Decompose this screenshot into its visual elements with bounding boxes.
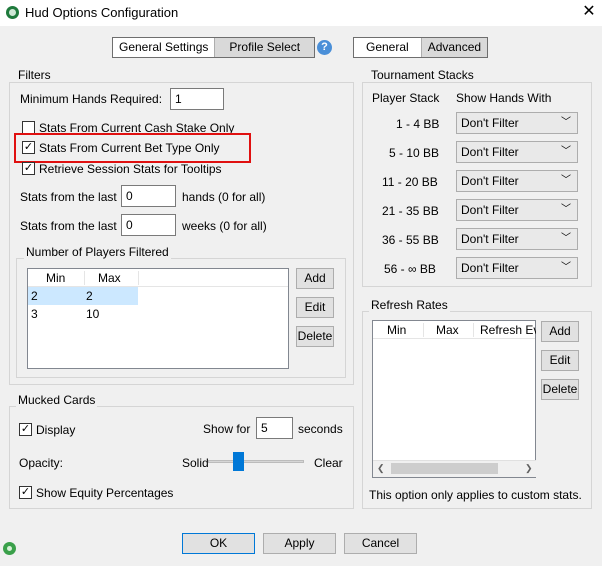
scroll-right-icon[interactable]: ❯ <box>525 463 533 474</box>
min-hands-label: Minimum Hands Required: <box>20 92 163 106</box>
opacity-slider-track[interactable] <box>208 460 304 463</box>
stack-label: 56 - ∞ BB <box>384 262 436 276</box>
refresh-edit-button[interactable]: Edit <box>541 350 579 371</box>
cancel-button[interactable]: Cancel <box>344 533 417 554</box>
refresh-list-header: Min Max Refresh Ev <box>373 321 536 339</box>
column-max[interactable]: Max <box>98 271 121 285</box>
refresh-rates-title: Refresh Rates <box>369 298 450 312</box>
apply-button[interactable]: Apply <box>263 533 336 554</box>
mode-tab-group: General Advanced <box>353 37 489 58</box>
select-value: Don't Filter <box>461 203 519 217</box>
row-min: 2 <box>31 289 38 303</box>
column-min[interactable]: Min <box>387 323 406 337</box>
hands-input[interactable]: 0 <box>121 185 176 207</box>
stack-label: 36 - 55 BB <box>382 233 439 247</box>
chevron-down-icon: ﹀ <box>561 175 571 186</box>
chevron-down-icon: ﹀ <box>561 117 571 128</box>
row-max: 2 <box>86 289 93 303</box>
session-stats-checkbox[interactable]: ✓ <box>22 162 35 175</box>
opacity-label: Opacity: <box>19 456 64 470</box>
table-row[interactable]: 2 2 <box>28 287 138 305</box>
tab-general[interactable]: General <box>354 38 422 57</box>
chevron-down-icon: ﹀ <box>561 204 571 215</box>
row-min: 3 <box>31 307 38 321</box>
help-icon[interactable]: ? <box>317 40 332 55</box>
display-label: Display <box>36 423 76 437</box>
column-max[interactable]: Max <box>436 323 459 337</box>
player-stack-header: Player Stack <box>372 91 440 105</box>
equity-label: Show Equity Percentages <box>36 486 174 500</box>
show-hands-select[interactable]: Don't Filter ﹀ <box>456 228 578 250</box>
weeks-suffix-label: weeks (0 for all) <box>182 219 267 233</box>
select-value: Don't Filter <box>461 261 519 275</box>
stack-label: 21 - 35 BB <box>382 204 439 218</box>
players-delete-button[interactable]: Delete <box>296 326 334 347</box>
equity-checkbox[interactable]: ✓ <box>19 486 32 499</box>
opacity-slider-thumb[interactable] <box>233 452 244 471</box>
clear-label: Clear <box>314 456 343 470</box>
players-edit-button[interactable]: Edit <box>296 297 334 318</box>
players-list-header: Min Max <box>28 269 288 287</box>
column-min[interactable]: Min <box>46 271 65 285</box>
show-hands-select[interactable]: Don't Filter ﹀ <box>456 112 578 134</box>
close-icon[interactable]: ✕ <box>578 2 600 22</box>
select-value: Don't Filter <box>461 145 519 159</box>
tab-profile-select[interactable]: Profile Select <box>215 38 315 57</box>
row-max: 10 <box>86 307 100 321</box>
display-checkbox[interactable]: ✓ <box>19 423 32 436</box>
show-hands-select[interactable]: Don't Filter ﹀ <box>456 141 578 163</box>
refresh-rates-list[interactable]: Min Max Refresh Ev <box>372 320 536 478</box>
min-hands-input[interactable]: 1 <box>170 88 224 110</box>
chevron-down-icon: ﹀ <box>561 262 571 273</box>
column-refresh-every[interactable]: Refresh Ev <box>480 323 536 337</box>
weeks-prefix-label: Stats from the last <box>20 219 117 233</box>
table-row[interactable]: 3 10 <box>28 305 288 323</box>
show-hands-select[interactable]: Don't Filter ﹀ <box>456 199 578 221</box>
scroll-left-icon[interactable]: ❮ <box>377 463 385 474</box>
weeks-input[interactable]: 0 <box>121 214 176 236</box>
poker-chip-icon <box>6 6 19 19</box>
tab-advanced[interactable]: Advanced <box>421 38 488 57</box>
select-value: Don't Filter <box>461 116 519 130</box>
highlight-box <box>14 133 251 163</box>
refresh-delete-button[interactable]: Delete <box>541 379 579 400</box>
players-add-button[interactable]: Add <box>296 268 334 289</box>
refresh-note: This option only applies to custom stats… <box>369 488 582 502</box>
show-for-label: Show for <box>203 422 251 436</box>
select-value: Don't Filter <box>461 232 519 246</box>
mucked-cards-title: Mucked Cards <box>16 393 98 407</box>
select-value: Don't Filter <box>461 174 519 188</box>
window-title: Hud Options Configuration <box>25 5 179 20</box>
stack-label: 1 - 4 BB <box>396 117 440 131</box>
hands-suffix-label: hands (0 for all) <box>182 190 266 204</box>
green-status-icon <box>3 542 16 555</box>
show-for-input[interactable]: 5 <box>256 417 293 439</box>
session-stats-label: Retrieve Session Stats for Tooltips <box>39 162 222 176</box>
filters-title: Filters <box>16 68 53 82</box>
tournament-stacks-title: Tournament Stacks <box>369 68 476 82</box>
ok-button[interactable]: OK <box>182 533 255 554</box>
show-hands-header: Show Hands With <box>456 91 552 105</box>
scrollbar-thumb[interactable] <box>391 463 498 474</box>
players-list[interactable]: Min Max 2 2 3 10 <box>27 268 289 369</box>
show-hands-select[interactable]: Don't Filter ﹀ <box>456 257 578 279</box>
stack-label: 5 - 10 BB <box>389 146 440 160</box>
tab-general-settings[interactable]: General Settings <box>113 38 216 57</box>
hands-prefix-label: Stats from the last <box>20 190 117 204</box>
chevron-down-icon: ﹀ <box>561 146 571 157</box>
stack-label: 11 - 20 BB <box>382 175 438 189</box>
seconds-label: seconds <box>298 422 343 436</box>
show-hands-select[interactable]: Don't Filter ﹀ <box>456 170 578 192</box>
settings-tab-group: General Settings Profile Select <box>112 37 316 58</box>
chevron-down-icon: ﹀ <box>561 233 571 244</box>
solid-label: Solid <box>182 456 209 470</box>
refresh-add-button[interactable]: Add <box>541 321 579 342</box>
players-filter-title: Number of Players Filtered <box>24 245 171 259</box>
